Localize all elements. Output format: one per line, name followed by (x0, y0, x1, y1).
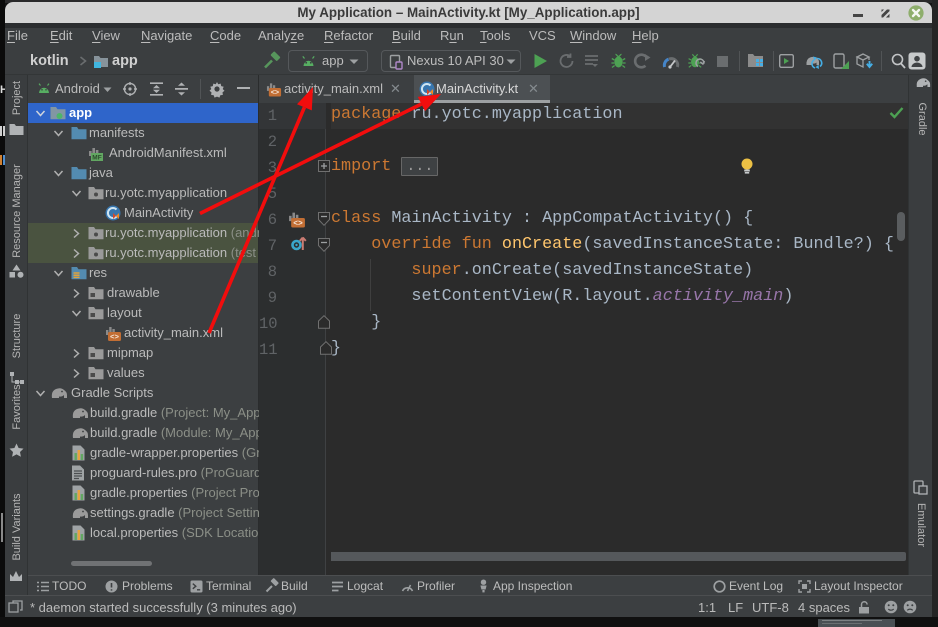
svg-text:<>: <> (271, 90, 279, 98)
svg-text:<>: <> (293, 219, 303, 228)
svg-text:MF: MF (92, 155, 101, 162)
svg-text:<>: <> (110, 334, 120, 342)
